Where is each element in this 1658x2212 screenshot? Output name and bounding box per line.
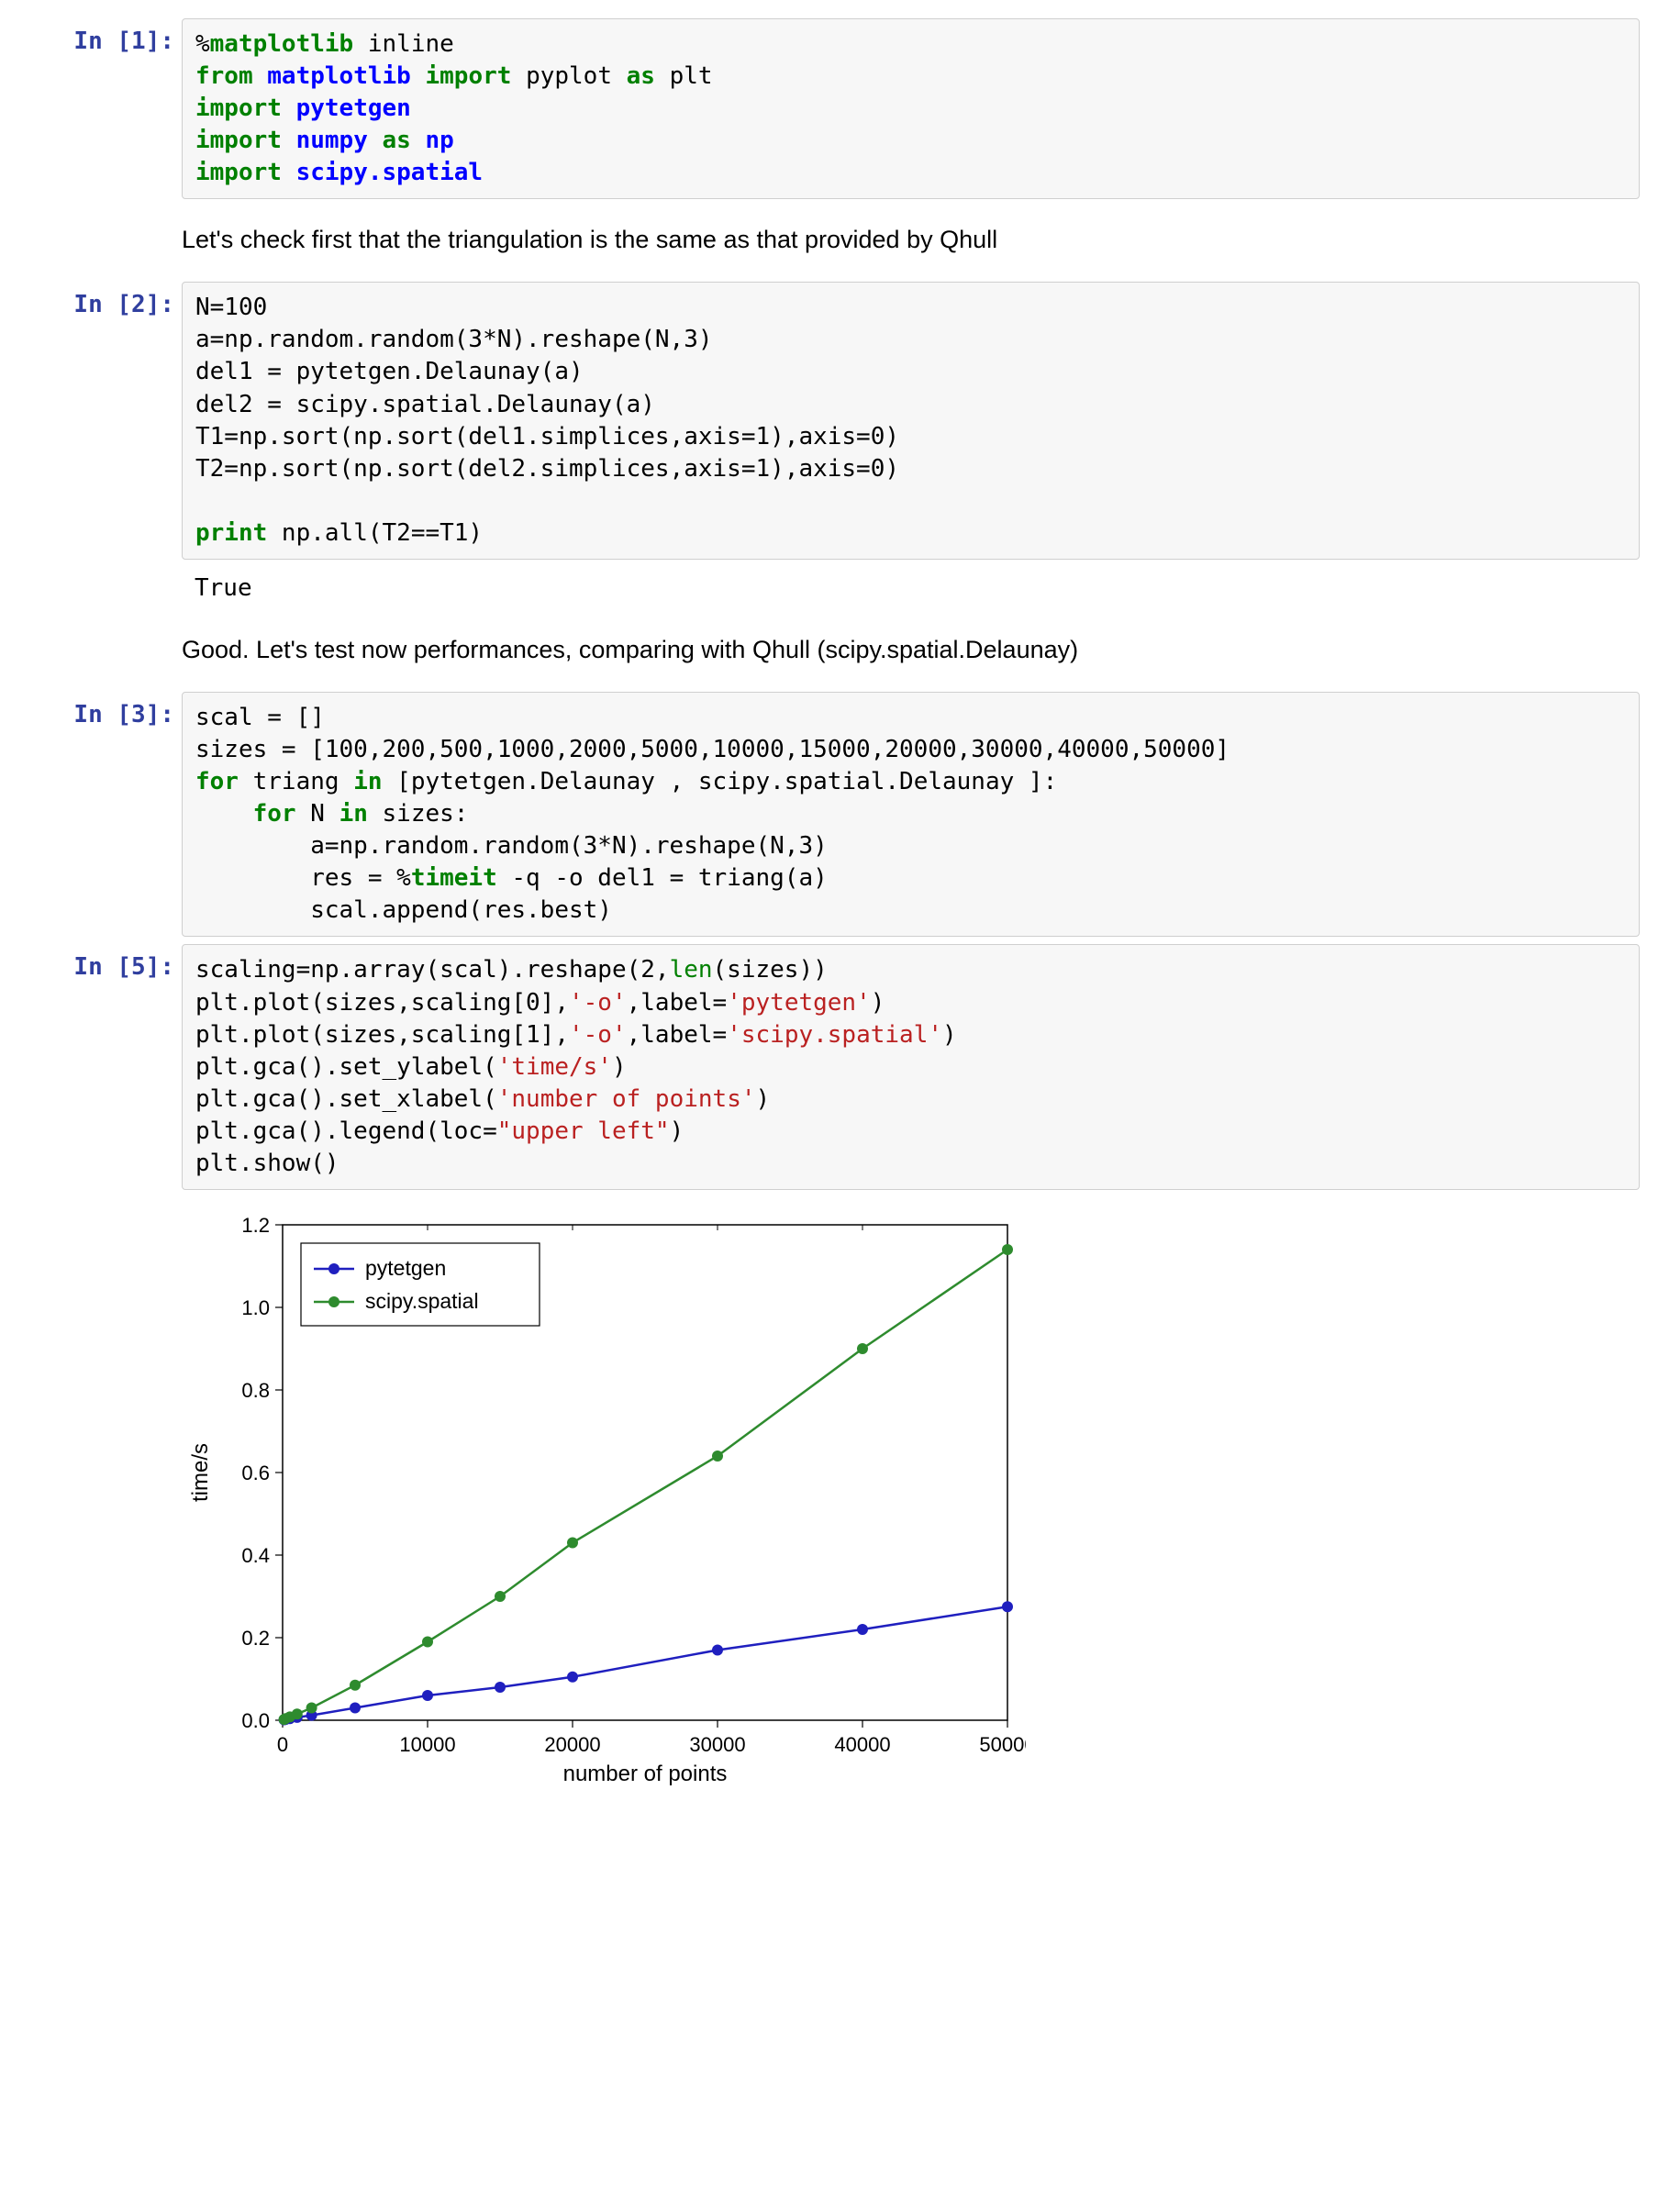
svg-text:50000: 50000: [979, 1733, 1026, 1756]
cell-prompt-empty: [18, 1197, 182, 1794]
notebook-cell: In [2]: N=100 a=np.random.random(3*N).re…: [18, 282, 1640, 560]
svg-text:1.0: 1.0: [241, 1296, 270, 1319]
cell-prompt-empty: [18, 206, 182, 274]
svg-text:0.4: 0.4: [241, 1544, 270, 1567]
cell-prompt-empty: [18, 567, 182, 609]
markdown-text: Let's check first that the triangulation…: [182, 206, 1640, 274]
cell-prompt: In [1]:: [18, 18, 182, 199]
cell-prompt: In [2]:: [18, 282, 182, 560]
notebook-cell: Let's check first that the triangulation…: [18, 206, 1640, 274]
svg-text:pytetgen: pytetgen: [365, 1256, 446, 1280]
svg-text:0: 0: [277, 1733, 288, 1756]
notebook-cell: In [3]: scal = [] sizes = [100,200,500,1…: [18, 692, 1640, 938]
svg-text:20000: 20000: [544, 1733, 600, 1756]
svg-text:40000: 40000: [834, 1733, 890, 1756]
svg-text:0.6: 0.6: [241, 1462, 270, 1484]
svg-text:30000: 30000: [689, 1733, 745, 1756]
svg-text:0.8: 0.8: [241, 1379, 270, 1402]
svg-text:number of points: number of points: [563, 1762, 728, 1786]
code-input[interactable]: scal = [] sizes = [100,200,500,1000,2000…: [182, 692, 1640, 938]
code-input[interactable]: scaling=np.array(scal).reshape(2,len(siz…: [182, 944, 1640, 1190]
svg-text:time/s: time/s: [188, 1443, 213, 1502]
notebook-cell: Good. Let's test now performances, compa…: [18, 617, 1640, 684]
code-input[interactable]: %matplotlib inline from matplotlib impor…: [182, 18, 1640, 199]
notebook-output: 0 10000 20000 30000 40000 50000 0.0 0.2 0.4 0.6 0.…: [18, 1197, 1640, 1794]
code-input[interactable]: N=100 a=np.random.random(3*N).reshape(N,…: [182, 282, 1640, 560]
svg-text:10000: 10000: [399, 1733, 455, 1756]
notebook-output: True: [18, 567, 1640, 609]
svg-text:1.2: 1.2: [241, 1214, 270, 1237]
cell-prompt: In [5]:: [18, 944, 182, 1190]
svg-text:0.0: 0.0: [241, 1709, 270, 1732]
notebook-cell: In [5]: scaling=np.array(scal).reshape(2…: [18, 944, 1640, 1190]
markdown-text: Good. Let's test now performances, compa…: [182, 617, 1640, 684]
line-chart: 0 10000 20000 30000 40000 50000 0.0 0.2 0.4 0.6 0.…: [182, 1206, 1026, 1794]
cell-prompt: In [3]:: [18, 692, 182, 938]
cell-prompt-empty: [18, 617, 182, 684]
notebook-cell: In [1]: %matplotlib inline from matplotl…: [18, 18, 1640, 199]
svg-text:scipy.spatial: scipy.spatial: [365, 1289, 479, 1313]
chart-output: 0 10000 20000 30000 40000 50000 0.0 0.2 0.4 0.6 0.…: [182, 1197, 1640, 1794]
output-text: True: [182, 567, 1640, 609]
svg-text:0.2: 0.2: [241, 1627, 270, 1650]
